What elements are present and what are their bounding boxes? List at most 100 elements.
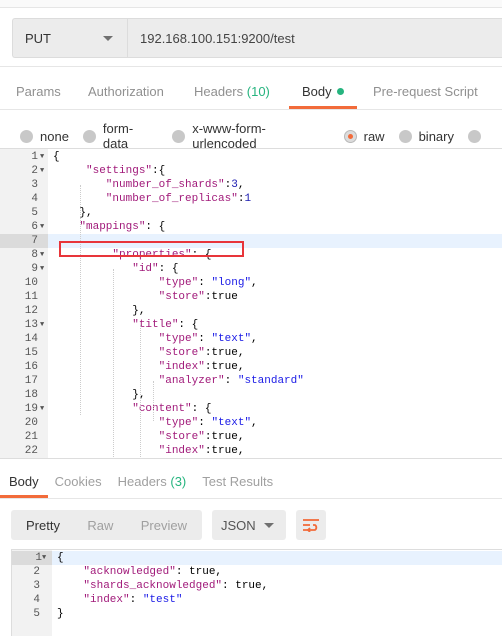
radio-binary[interactable]: binary: [398, 129, 454, 144]
token: "analyzer": [53, 375, 225, 387]
line-number: 3: [33, 580, 40, 592]
url-input[interactable]: 192.168.100.151:9200/test: [128, 19, 295, 57]
tab-params[interactable]: Params: [16, 76, 61, 109]
divider: [0, 498, 502, 499]
preview-button[interactable]: Preview: [141, 518, 187, 533]
token: :: [198, 417, 212, 429]
token: ,: [251, 277, 258, 289]
code-line: 5 },: [0, 206, 502, 220]
token: ,: [251, 333, 258, 345]
token: "index": [57, 594, 130, 606]
token: :: [224, 375, 238, 387]
code-line: 9 ▼ "id": {: [0, 262, 502, 276]
line-number: 15: [24, 347, 38, 359]
token: },: [53, 389, 146, 401]
pretty-button[interactable]: Pretty: [26, 518, 60, 533]
token: "text": [211, 333, 252, 345]
radio-circle: [343, 129, 357, 143]
tab-pre-request-script[interactable]: Pre-request Script: [373, 76, 478, 109]
divider: [0, 109, 502, 110]
fold-arrow-icon[interactable]: ▼: [42, 551, 46, 565]
code-text: "type": "long",: [53, 276, 258, 290]
code-line: 2 "acknowledged": true,: [12, 565, 502, 579]
token: :true,: [204, 445, 245, 457]
token: :: [198, 333, 212, 345]
line-number: 14: [24, 333, 38, 345]
token: :: [129, 594, 143, 606]
request-body-editor[interactable]: 1 ▼{2 ▼ "settings":{3 "number_of_shards":3…: [0, 148, 502, 459]
url-bar: PUT 192.168.100.151:9200/test: [12, 18, 502, 58]
token: "content": [53, 403, 192, 415]
token: },: [53, 305, 146, 317]
radio-more[interactable]: [468, 129, 488, 143]
wrap-lines-button[interactable]: [296, 510, 326, 540]
token: {: [57, 552, 64, 564]
radio-label: none: [40, 128, 69, 144]
code-text: "index":true,: [53, 444, 245, 458]
radio-form-data[interactable]: form-data: [82, 121, 158, 151]
response-tab-test-results[interactable]: Test Results: [202, 468, 273, 498]
response-tab-headers[interactable]: Headers (3): [118, 468, 187, 498]
tab-label: Body: [302, 84, 332, 99]
line-number: 3: [31, 179, 38, 191]
chevron-down-icon: [103, 36, 113, 41]
code-text: }: [57, 607, 64, 621]
token: : true,: [222, 580, 269, 592]
fold-arrow-icon[interactable]: ▼: [40, 164, 44, 178]
tab-label: Headers: [194, 84, 244, 99]
fold-arrow-icon[interactable]: ▼: [40, 402, 44, 416]
token: "long": [211, 277, 252, 289]
token: "mappings": [53, 221, 146, 233]
divider: [0, 66, 502, 67]
fold-arrow-icon[interactable]: ▼: [40, 262, 44, 276]
body-type-radios: none form-data x-www-form-urlencoded raw bin…: [20, 121, 502, 151]
token: :{: [152, 165, 166, 177]
fold-arrow-icon[interactable]: ▼: [40, 318, 44, 332]
response-toolbar: Pretty Raw Preview JSON: [11, 510, 326, 540]
line-number: 4: [33, 594, 40, 606]
line-number: 8: [31, 249, 38, 261]
radio-none[interactable]: none: [20, 129, 69, 144]
method-select[interactable]: PUT: [13, 19, 128, 57]
code-text: },: [53, 206, 92, 220]
tab-label: Headers: [117, 474, 167, 489]
code-line: 2 ▼ "settings":{: [0, 164, 502, 178]
line-number: 18: [24, 389, 38, 401]
token: : {: [191, 403, 212, 415]
radio-raw[interactable]: raw: [343, 129, 385, 144]
tab-headers[interactable]: Headers (10): [194, 76, 270, 109]
code-line: 17 "analyzer": "standard": [0, 374, 502, 388]
code-line: 6 ▼ "mappings": {: [0, 220, 502, 234]
method-label: PUT: [25, 30, 51, 46]
line-number: 4: [31, 193, 38, 205]
radio-circle: [20, 129, 33, 143]
response-tab-cookies[interactable]: Cookies: [55, 468, 102, 498]
code-text: "number_of_shards":3,: [53, 178, 245, 192]
wrap-lines-icon: [303, 519, 319, 532]
token: "title": [53, 319, 179, 331]
token: :true,: [204, 347, 245, 359]
code-text: "index":true,: [53, 360, 245, 374]
code-line: 16 "index":true,: [0, 360, 502, 374]
tab-body[interactable]: Body: [289, 76, 357, 109]
code-text: "type": "text",: [53, 416, 258, 430]
fold-arrow-icon[interactable]: ▼: [40, 248, 44, 262]
code-text: "mappings": {: [53, 220, 165, 234]
code-text: "store":true,: [53, 346, 245, 360]
token: "type": [53, 333, 199, 345]
radio-x-www-form-urlencoded[interactable]: x-www-form-urlencoded: [172, 121, 329, 151]
radio-label: form-data: [102, 121, 134, 151]
response-tab-body[interactable]: Body: [0, 468, 48, 498]
fold-arrow-icon[interactable]: ▼: [40, 150, 44, 164]
token: : {: [158, 263, 179, 275]
code-line: 4 "number_of_replicas":1: [0, 192, 502, 206]
tab-authorization[interactable]: Authorization: [88, 76, 164, 109]
format-select[interactable]: JSON: [212, 510, 286, 540]
line-number: 12: [24, 305, 38, 317]
tab-label: Pre-request Script: [373, 84, 478, 99]
code-text: "shards_acknowledged": true,: [57, 579, 268, 593]
response-body-viewer[interactable]: 1 ▼{2 "acknowledged": true, 3 "shards_ackn…: [11, 549, 502, 636]
code-line: 13 ▼ "title": {: [0, 318, 502, 332]
raw-button[interactable]: Raw: [87, 518, 113, 533]
fold-arrow-icon[interactable]: ▼: [40, 220, 44, 234]
